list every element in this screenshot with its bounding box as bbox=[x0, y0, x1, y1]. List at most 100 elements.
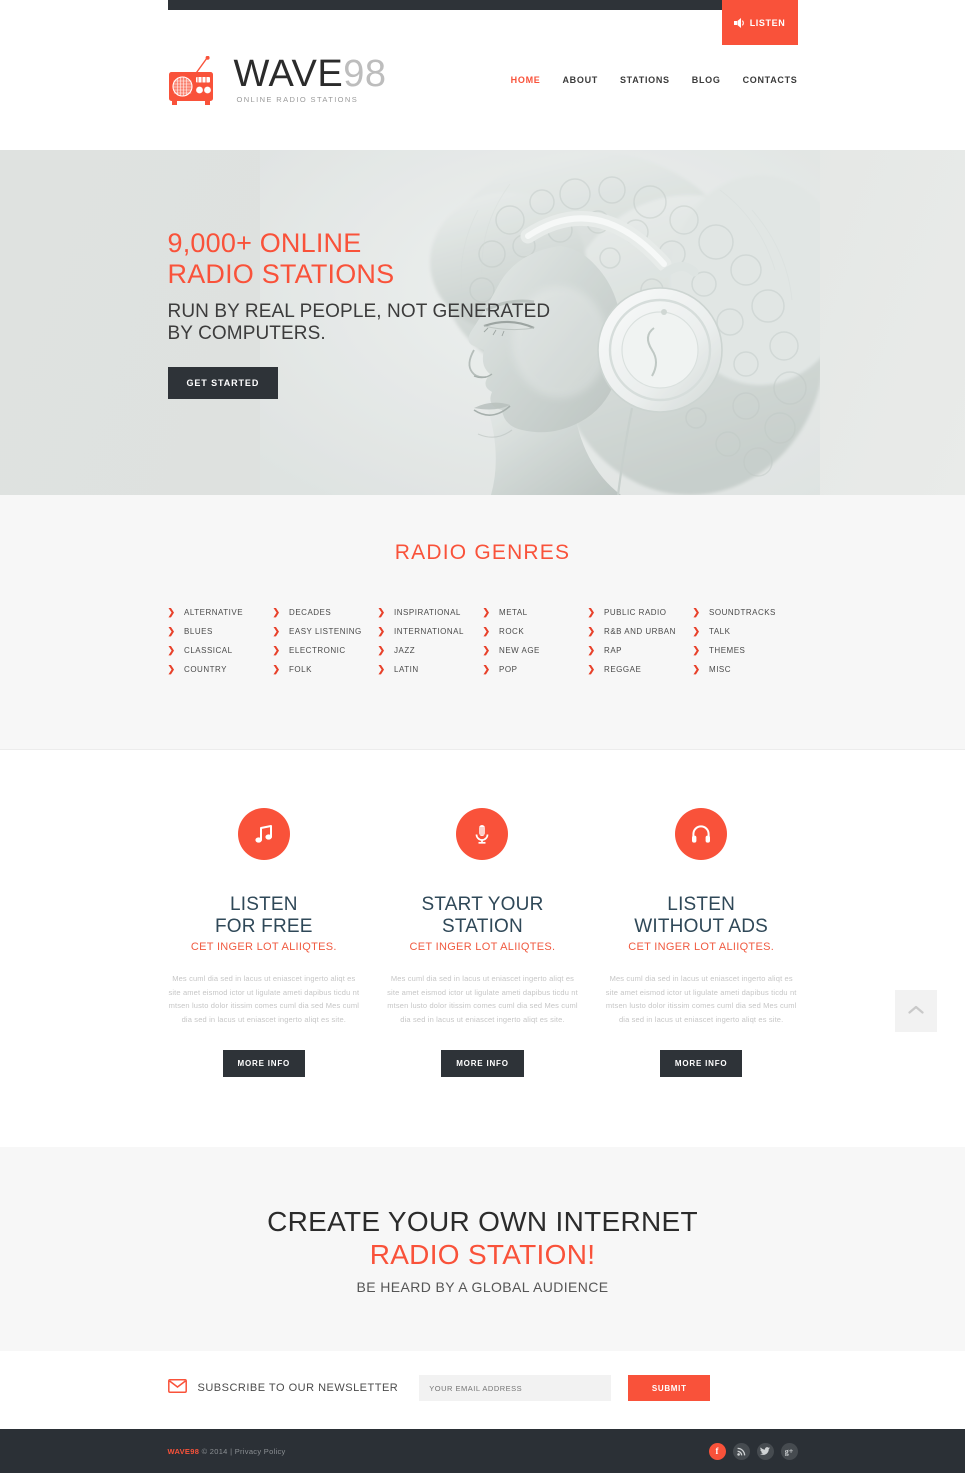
genre-item[interactable]: ❯ SOUNDTRACKS bbox=[693, 603, 798, 622]
feature-card: START YOUR STATION CET INGER LOT ALIIQTE… bbox=[386, 808, 579, 1077]
genre-item[interactable]: ❯ DECADES bbox=[273, 603, 378, 622]
genre-label: ELECTRONIC bbox=[289, 646, 346, 655]
genre-label: ROCK bbox=[499, 627, 525, 636]
nav-item-contacts[interactable]: CONTACTS bbox=[743, 75, 798, 85]
footer-copy-year: © 2014 bbox=[201, 1446, 228, 1456]
radio-icon bbox=[168, 55, 224, 106]
genre-label: CLASSICAL bbox=[184, 646, 233, 655]
hero-headline-line2: RADIO STATIONS bbox=[167, 259, 395, 289]
footer-copyright: WAVE98 © 2014 | Privacy Policy bbox=[168, 1447, 286, 1456]
section-title-genres: RADIO GENRES bbox=[394, 541, 571, 564]
logo-tagline: ONLINE RADIO STATIONS bbox=[236, 94, 359, 104]
genre-column: ❯ DECADES ❯ EASY LISTENING ❯ ELECTRONIC ❯ FO… bbox=[273, 603, 378, 679]
logo-number: 98 bbox=[343, 52, 387, 95]
genre-column: ❯ ALTERNATIVE ❯ BLUES ❯ CLASSICAL ❯ COUNTRY bbox=[168, 603, 273, 679]
genre-label: INTERNATIONAL bbox=[394, 627, 464, 636]
chevron-right-icon: ❯ bbox=[167, 645, 176, 655]
rss-icon[interactable] bbox=[732, 1442, 750, 1460]
chevron-right-icon: ❯ bbox=[482, 607, 491, 617]
chevron-right-icon: ❯ bbox=[482, 645, 491, 655]
listen-button[interactable]: LISTEN bbox=[721, 0, 798, 45]
feature-card: LISTEN WITHOUT ADS CET INGER LOT ALIIQTE… bbox=[605, 808, 798, 1077]
genre-item[interactable]: ❯ LATIN bbox=[378, 660, 483, 679]
genre-item[interactable]: ❯ THEMES bbox=[693, 641, 798, 660]
hero-subhead-line1: RUN BY REAL PEOPLE, NOT GENERATED bbox=[167, 301, 551, 322]
genre-item[interactable]: ❯ FOLK bbox=[273, 660, 378, 679]
genre-label: METAL bbox=[499, 608, 528, 617]
scroll-to-top-button[interactable] bbox=[895, 990, 937, 1032]
genre-label: FOLK bbox=[289, 665, 312, 674]
feature-subtitle: CET INGER LOT ALIIQTES. bbox=[190, 941, 337, 953]
genre-item[interactable]: ❯ NEW AGE bbox=[483, 641, 588, 660]
newsletter-email-input[interactable] bbox=[419, 1375, 612, 1401]
genre-label: BLUES bbox=[184, 627, 213, 636]
newsletter-submit-button[interactable]: SUBMIT bbox=[628, 1375, 711, 1401]
genre-item[interactable]: ❯ PUBLIC RADIO bbox=[588, 603, 693, 622]
footer-separator: | bbox=[230, 1446, 233, 1456]
privacy-policy-link[interactable]: Privacy Policy bbox=[235, 1447, 286, 1456]
genre-item[interactable]: ❯ ALTERNATIVE bbox=[168, 603, 273, 622]
twitter-icon[interactable] bbox=[756, 1442, 774, 1460]
genre-item[interactable]: ❯ MISC bbox=[693, 660, 798, 679]
genre-label: NEW AGE bbox=[499, 646, 540, 655]
genre-item[interactable]: ❯ R&B AND URBAN bbox=[588, 622, 693, 641]
hero-subhead-line2: BY COMPUTERS. bbox=[167, 323, 326, 344]
genre-item[interactable]: ❯ REGGAE bbox=[588, 660, 693, 679]
more-info-button[interactable]: MORE INFO bbox=[659, 1050, 743, 1077]
chevron-right-icon: ❯ bbox=[377, 664, 386, 674]
google-plus-glyph: g+ bbox=[784, 1446, 794, 1456]
cta-line3: BE HEARD BY A GLOBAL AUDIENCE bbox=[356, 1279, 609, 1295]
genre-label: JAZZ bbox=[394, 646, 416, 655]
feature-card: LISTEN FOR FREE CET INGER LOT ALIIQTES. … bbox=[168, 808, 361, 1077]
site-header: WAVE98 ONLINE RADIO STATIONS HOME ABOUT … bbox=[168, 10, 798, 150]
genre-item[interactable]: ❯ ROCK bbox=[483, 622, 588, 641]
genre-item[interactable]: ❯ COUNTRY bbox=[168, 660, 273, 679]
hero-headline-line1: 9,000+ ONLINE bbox=[167, 228, 362, 258]
more-info-button[interactable]: MORE INFO bbox=[441, 1050, 524, 1077]
nav-item-home[interactable]: HOME bbox=[511, 75, 541, 85]
genre-item[interactable]: ❯ INSPIRATIONAL bbox=[378, 603, 483, 622]
genre-item[interactable]: ❯ METAL bbox=[483, 603, 588, 622]
chevron-right-icon: ❯ bbox=[272, 626, 281, 636]
get-started-button[interactable]: GET STARTED bbox=[167, 367, 279, 399]
genre-label: INSPIRATIONAL bbox=[394, 608, 461, 617]
chevron-right-icon: ❯ bbox=[587, 645, 596, 655]
genre-label: R&B AND URBAN bbox=[604, 627, 676, 636]
hero-banner: 9,000+ ONLINE RADIO STATIONS RUN BY REAL… bbox=[0, 150, 965, 495]
headphones-icon bbox=[675, 808, 728, 860]
nav-item-blog[interactable]: BLOG bbox=[692, 75, 721, 85]
chevron-right-icon: ❯ bbox=[377, 645, 386, 655]
chevron-right-icon: ❯ bbox=[692, 607, 701, 617]
nav-item-about[interactable]: ABOUT bbox=[562, 75, 598, 85]
chevron-right-icon: ❯ bbox=[482, 664, 491, 674]
feature-title-line2: WITHOUT ADS bbox=[634, 916, 769, 937]
page-root: LISTEN WAVE98 ONLINE RADIO STATIONS HOME… bbox=[0, 0, 965, 1473]
genre-label: THEMES bbox=[709, 646, 746, 655]
genre-item[interactable]: ❯ POP bbox=[483, 660, 588, 679]
chevron-right-icon: ❯ bbox=[692, 626, 701, 636]
chevron-right-icon: ❯ bbox=[272, 645, 281, 655]
google-plus-icon[interactable]: g+ bbox=[780, 1442, 798, 1460]
genre-column: ❯ INSPIRATIONAL ❯ INTERNATIONAL ❯ JAZZ ❯ LAT… bbox=[378, 603, 483, 679]
feature-body: Mes cuml dia sed in lacus ut eniascet in… bbox=[168, 974, 360, 1024]
genre-label: LATIN bbox=[394, 665, 419, 674]
chevron-right-icon: ❯ bbox=[587, 626, 596, 636]
nav-item-stations[interactable]: STATIONS bbox=[620, 75, 670, 85]
chevron-right-icon: ❯ bbox=[272, 607, 281, 617]
genre-item[interactable]: ❯ RAP bbox=[588, 641, 693, 660]
hero-text-layer: 9,000+ ONLINE RADIO STATIONS RUN BY REAL… bbox=[0, 150, 965, 495]
genre-item[interactable]: ❯ TALK bbox=[693, 622, 798, 641]
feature-title-line1: START YOUR bbox=[421, 894, 544, 915]
genre-label: REGGAE bbox=[604, 665, 642, 674]
more-info-button[interactable]: MORE INFO bbox=[222, 1050, 306, 1077]
chevron-right-icon: ❯ bbox=[167, 607, 176, 617]
genre-item[interactable]: ❯ INTERNATIONAL bbox=[378, 622, 483, 641]
brand-logo[interactable]: WAVE98 ONLINE RADIO STATIONS bbox=[168, 55, 387, 106]
facebook-icon[interactable]: f bbox=[708, 1442, 726, 1460]
genre-item[interactable]: ❯ EASY LISTENING bbox=[273, 622, 378, 641]
genre-item[interactable]: ❯ ELECTRONIC bbox=[273, 641, 378, 660]
genre-item[interactable]: ❯ JAZZ bbox=[378, 641, 483, 660]
cta-line1: CREATE YOUR OWN INTERNET bbox=[267, 1206, 698, 1237]
genre-item[interactable]: ❯ CLASSICAL bbox=[168, 641, 273, 660]
genre-item[interactable]: ❯ BLUES bbox=[168, 622, 273, 641]
